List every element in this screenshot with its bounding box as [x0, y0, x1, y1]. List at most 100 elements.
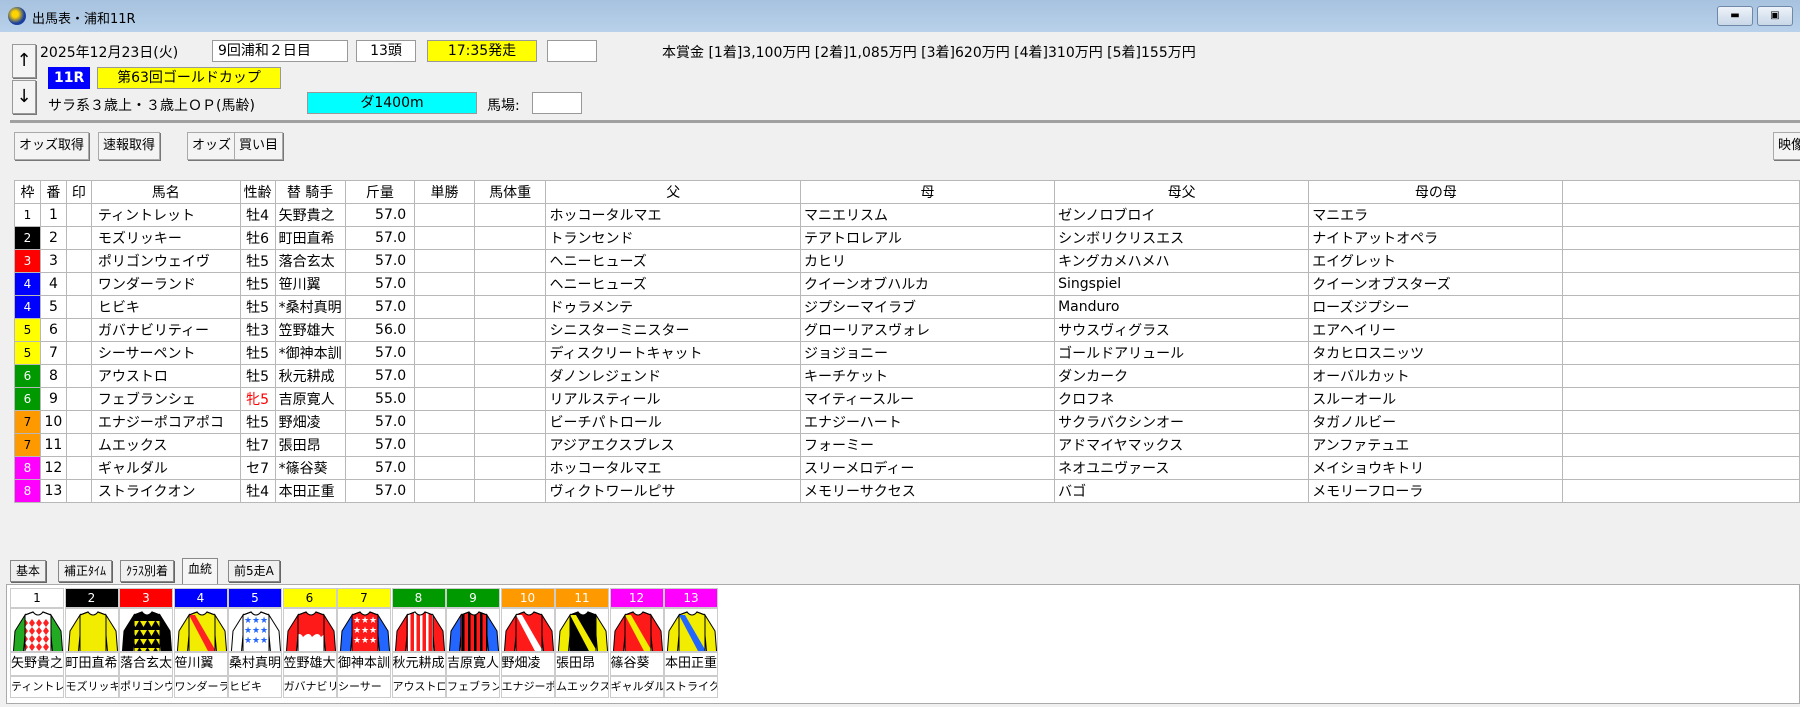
table-row[interactable]: 1 1 ティントレット 牡4 矢野貴之 57.0 ホッコータルマエ マニエリスム ゼンノロブロ…	[14, 203, 1800, 227]
silk-column[interactable]: 6 笠野雄大 ガバナビリ	[282, 588, 337, 698]
column-header[interactable]: 単勝	[414, 180, 475, 204]
silk-column[interactable]: 3 落合玄太 ポリゴンウ	[119, 588, 173, 698]
jockey-silks-icon	[12, 611, 63, 651]
svg-text:★: ★	[369, 626, 377, 636]
svg-text:★: ★	[361, 616, 369, 626]
silk-column[interactable]: 7 ★★★★★★★★★★★★ 御神本訓 シーサー	[337, 588, 391, 698]
column-header[interactable]: 母	[799, 180, 1056, 204]
cell-damsire: アドマイヤマックス	[1054, 433, 1310, 457]
odds-fetch-button[interactable]: オッズ取得	[14, 132, 90, 160]
cell-extra	[1562, 226, 1800, 250]
table-row[interactable]: 3 3 ポリゴンウェイヴ 牡5 落合玄太 57.0 ヘニーヒューズ カヒリ キングカメハメハエ…	[14, 249, 1800, 273]
table-row[interactable]: 2 2 モズリッキー 牡6 町田直希 57.0 トランセンド テアトロレアル シンボリクリスエ…	[14, 226, 1800, 250]
cell-no: 9	[39, 387, 67, 411]
up-arrow-icon: ↑	[16, 50, 32, 71]
table-row[interactable]: 6 8 アウストロ 牡5 秋元耕成 57.0 ダノンレジェンド キーチケット ダンカーク オーバ…	[14, 364, 1800, 388]
tab-1[interactable]: 補正ﾀｲﾑ	[58, 560, 113, 582]
column-header[interactable]: 番	[39, 180, 67, 204]
table-row[interactable]: 4 5 ヒビキ 牡5 *桑村真明 57.0 ドゥラメンテ ジプシーマイラブ Manduro ローズ…	[14, 295, 1800, 319]
column-header[interactable]: 斤量	[344, 180, 416, 204]
cell-jockey: 町田直希	[274, 226, 346, 250]
jockey-silks-icon	[67, 611, 118, 651]
post-time-box: 17:35発走	[427, 40, 537, 62]
silk-horse: ギャルダル	[609, 676, 664, 698]
cell-dam: ジプシーマイラブ	[799, 295, 1056, 319]
tab-3[interactable]: 血統	[182, 558, 219, 584]
cell-damdam: メモリーフローラ	[1308, 479, 1564, 503]
maximize-button[interactable]: ▣	[1757, 6, 1793, 26]
column-header[interactable]: 母の母	[1308, 180, 1564, 204]
cell-extra	[1562, 341, 1800, 365]
silk-column[interactable]: 8 秋元耕成 アウストロ	[391, 588, 446, 698]
table-row[interactable]: 7 11 ムエックス 牡7 張田昂 57.0 アジアエクスプレス フォーミー アドマイヤマック…	[14, 433, 1800, 457]
cell-damdam: エイグレット	[1308, 249, 1564, 273]
silk-column[interactable]: 4 笹川翼 ワンダーラ	[173, 588, 228, 698]
cell-sexage: 牡5	[239, 272, 276, 296]
table-row[interactable]: 5 6 ガバナビリティー 牡3 笠野雄大 56.0 シニスターミニスター グローリアスヴォレ…	[14, 318, 1800, 342]
minimize-icon: ▬	[1730, 10, 1740, 21]
column-header[interactable]: 印	[65, 180, 92, 204]
next-race-button[interactable]: ↓	[12, 80, 36, 114]
column-header[interactable]: 馬名	[90, 180, 241, 204]
cell-sexage: 牡4	[239, 479, 276, 503]
cell-sire: ディスクリートキャット	[545, 341, 801, 365]
silk-column[interactable]: 12 篠谷葵 ギャルダル	[609, 588, 664, 698]
cell-name: ギャルダル	[90, 456, 241, 480]
tab-0[interactable]: 基本	[10, 560, 47, 582]
silk-horse: ムエックス	[555, 676, 609, 698]
cell-jockey: *篠谷葵	[274, 456, 346, 480]
column-header[interactable]: 枠	[14, 180, 41, 204]
silk-column[interactable]: 5 ★★★★★★★★★★★★ 桑村真明 ヒビキ	[228, 588, 282, 698]
silk-column[interactable]: 10 野畑凌 エナジーポ	[500, 588, 555, 698]
table-row[interactable]: 8 12 ギャルダル セ7 *篠谷葵 57.0 ホッコータルマエ スリーメロディー ネオユニヴァ…	[14, 456, 1800, 480]
silk-image	[64, 608, 119, 652]
cell-extra	[1562, 203, 1800, 227]
table-row[interactable]: 5 7 シーサーペント 牡5 *御神本訓 57.0 ディスクリートキャット ジョジョニー ゴール…	[14, 341, 1800, 365]
flash-fetch-button[interactable]: 速報取得	[98, 132, 161, 160]
table-row[interactable]: 7 10 エナジーポコアポコ 牡5 野畑凌 57.0 ビーチパトロール エナジーハート サクラ…	[14, 410, 1800, 434]
column-header[interactable]: 性齢	[239, 180, 276, 204]
silk-column[interactable]: 9 吉原寛人 フェブラン	[446, 588, 500, 698]
column-header[interactable]: 馬体重	[473, 180, 547, 204]
cell-damsire: シンボリクリスエス	[1054, 226, 1310, 250]
prev-race-button[interactable]: ↑	[12, 44, 36, 78]
cell-sexage: 牡6	[239, 226, 276, 250]
column-header[interactable]: 父	[545, 180, 801, 204]
silk-column[interactable]: 13 本田正重 ストライク	[664, 588, 718, 698]
silk-number: 8	[391, 588, 446, 608]
cell-damsire: バゴ	[1054, 479, 1310, 503]
table-row[interactable]: 4 4 ワンダーランド 牡5 笹川翼 57.0 ヘニーヒューズ クイーンオブハルカ Sings…	[14, 272, 1800, 296]
minimize-button[interactable]: ▬	[1717, 6, 1753, 26]
silk-horse: ヒビキ	[228, 676, 282, 698]
cell-win	[414, 318, 475, 342]
video-button[interactable]: 映像表	[1773, 132, 1800, 160]
cell-damsire: ダンカーク	[1054, 364, 1310, 388]
cell-jockey: 秋元耕成	[274, 364, 346, 388]
odds-button[interactable]: オッズ	[187, 132, 237, 160]
cell-extra	[1562, 295, 1800, 319]
silk-column[interactable]: 1 矢野貴之 ティントレ	[10, 588, 64, 698]
cell-name: ガバナビリティー	[90, 318, 241, 342]
table-row[interactable]: 6 9 フェブランシェ 牝5 吉原寛人 55.0 リアルスティール マイティースルー クロフネ…	[14, 387, 1800, 411]
column-header[interactable]: 母父	[1054, 180, 1310, 204]
column-header[interactable]: 替 騎手	[274, 180, 346, 204]
bets-button[interactable]: 買い目	[234, 132, 284, 160]
table-row[interactable]: 8 13 ストライクオン 牡4 本田正重 57.0 ヴィクトワールピサ メモリーサクセス バゴ…	[14, 479, 1800, 503]
tab-4[interactable]: 前5走A	[228, 560, 280, 582]
tab-2[interactable]: ｸﾗｽ別着	[120, 560, 175, 582]
cell-no: 11	[39, 433, 67, 457]
silk-horse: ワンダーラ	[173, 676, 228, 698]
cell-bw	[473, 364, 547, 388]
silk-number: 4	[173, 588, 228, 608]
cell-bw	[473, 410, 547, 434]
cell-win	[414, 341, 475, 365]
jockey-silks-icon	[666, 611, 717, 651]
cell-sexage: セ7	[239, 456, 276, 480]
silk-number: 3	[119, 588, 173, 608]
cell-weight: 57.0	[344, 272, 416, 296]
silk-number: 13	[664, 588, 718, 608]
jockey-silks-icon	[448, 611, 499, 651]
silk-column[interactable]: 2 町田直希 モズリッキ	[64, 588, 119, 698]
jockey-silks-icon: ★★★★★★★★★★★★	[339, 611, 390, 651]
silk-column[interactable]: 11 張田昂 ムエックス	[555, 588, 609, 698]
